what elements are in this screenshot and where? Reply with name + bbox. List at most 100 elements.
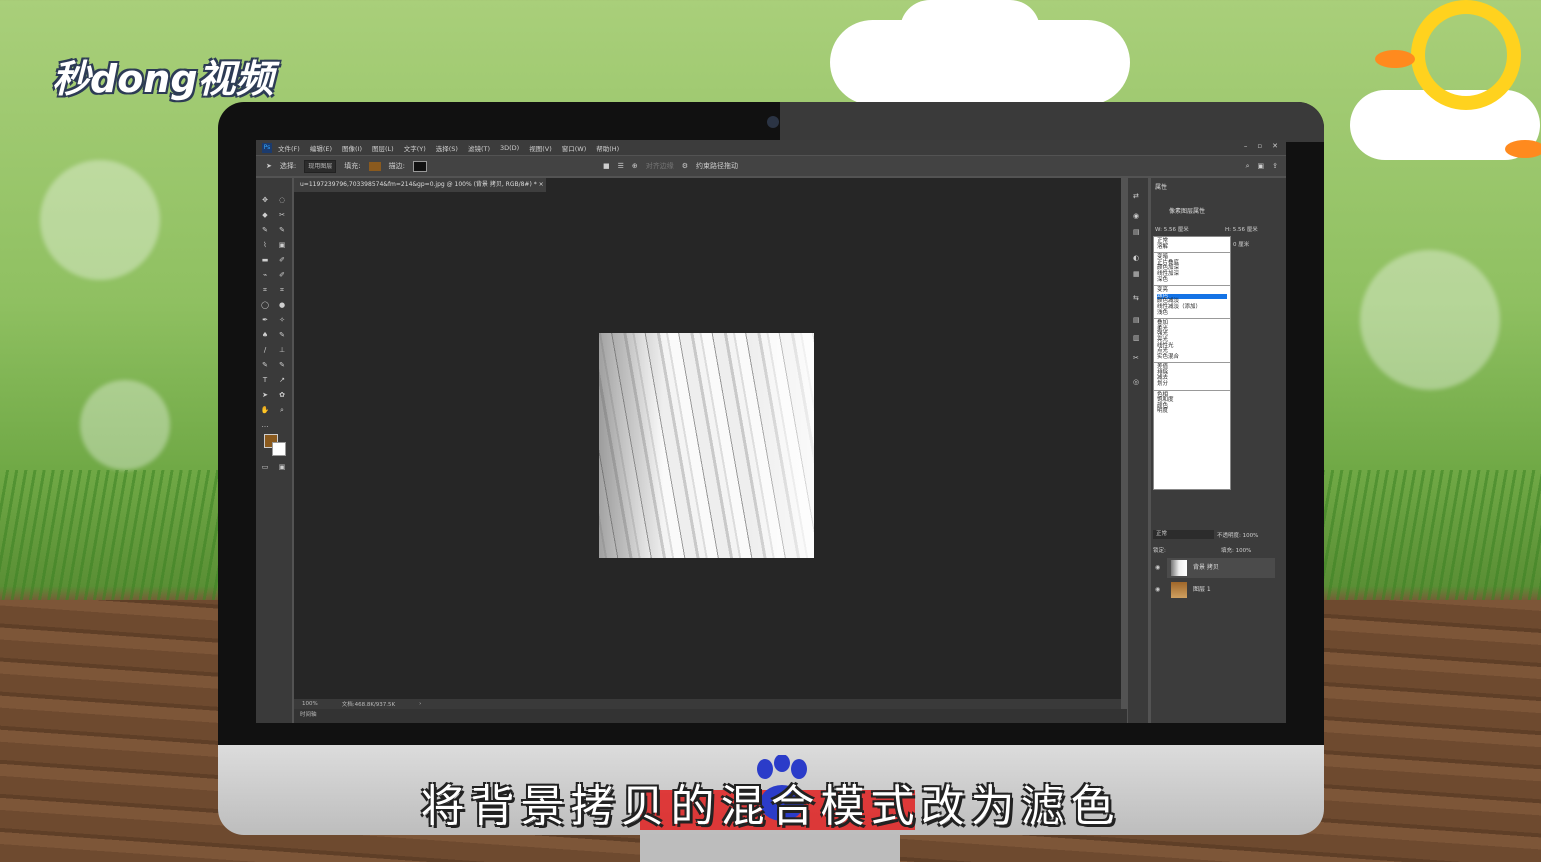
menu-type[interactable]: 文字(Y) [404, 143, 426, 153]
paint-bucket-icon[interactable]: ♠ [260, 331, 270, 339]
workspace-icon[interactable]: ▣ [1258, 162, 1265, 170]
blend-option[interactable]: 明度 [1157, 409, 1227, 415]
hand-tool-icon[interactable]: ✋ [260, 406, 270, 414]
height-field[interactable]: H: 5.56 厘米 [1225, 225, 1258, 233]
eyedropper-tool-icon[interactable]: ✎ [260, 226, 270, 234]
distribute-icon[interactable]: ☰ [618, 162, 624, 170]
blend-option[interactable]: 实色混合 [1157, 354, 1227, 361]
menu-help[interactable]: 帮助(H) [596, 143, 619, 153]
menu-select[interactable]: 选择(S) [436, 143, 458, 153]
menu-layer[interactable]: 图层(L) [372, 143, 394, 153]
blur-tool-icon[interactable]: ⌁ [260, 271, 270, 279]
menu-window[interactable]: 窗口(W) [562, 143, 587, 153]
magic-wand-icon[interactable]: ✧ [277, 316, 287, 324]
notes-icon[interactable]: ▥ [1133, 334, 1140, 342]
styles-icon[interactable]: ▦ [1133, 270, 1140, 278]
eraser-tool-icon[interactable]: ▬ [260, 256, 270, 264]
align-icon[interactable]: ■ [603, 162, 610, 170]
blend-group-difference: 差值 排除 减去 划分 [1154, 363, 1230, 391]
blend-option[interactable]: 溶解 [1157, 244, 1227, 251]
channels-icon[interactable]: ⇆ [1133, 294, 1139, 302]
smudge-tool-icon[interactable]: ✎ [277, 361, 287, 369]
heal-tool-icon[interactable]: ✎ [277, 226, 287, 234]
menu-view[interactable]: 视图(V) [529, 143, 552, 153]
share-icon[interactable]: ⇪ [1272, 162, 1278, 170]
timeline-panel[interactable]: 时间轴 [294, 709, 1127, 723]
dodge-tool-icon[interactable]: ✐ [277, 271, 287, 279]
stamp-tool-icon[interactable]: ▣ [277, 241, 287, 249]
move-tool-icon[interactable]: ➤ [266, 162, 272, 170]
paths-icon[interactable]: ▤ [1133, 316, 1140, 324]
close-icon[interactable]: ✕ [1272, 142, 1278, 150]
menu-3d[interactable]: 3D(D) [500, 144, 519, 152]
tool-presets-icon[interactable]: ✂ [1133, 354, 1139, 362]
history-brush-icon[interactable]: ✎ [260, 361, 270, 369]
zoom-tool-icon[interactable]: ⌕ [277, 406, 287, 414]
color-sampler-icon[interactable]: ✎ [277, 331, 287, 339]
minimize-icon[interactable]: – [1244, 142, 1248, 150]
move-tool-icon[interactable]: ✥ [260, 196, 270, 204]
stroke-swatch[interactable] [412, 160, 427, 172]
chevron-right-icon[interactable]: › [419, 701, 421, 707]
layer-row[interactable]: ◉ 图层 1 [1155, 580, 1275, 600]
align-edges-label[interactable]: 对齐边缘 [646, 161, 674, 171]
screen-mode-icon[interactable]: ▣ [277, 463, 287, 471]
adjustments-icon[interactable]: ◐ [1133, 254, 1139, 262]
layers-comp-icon[interactable]: ◉ [1133, 212, 1139, 220]
properties-tab[interactable]: 属性 [1151, 182, 1167, 191]
stamp-icon[interactable]: ⊥ [277, 346, 287, 354]
layer-name: 背景 拷贝 [1193, 564, 1219, 571]
document-tab[interactable]: u=1197239796,703398574&fm=214&gp=0.jpg @… [294, 178, 546, 192]
custom-shape-icon[interactable]: ✿ [277, 391, 287, 399]
ellipse-tool-icon[interactable]: ◯ [260, 301, 270, 309]
blend-option[interactable]: 深色 [1157, 277, 1227, 284]
type-tool-icon[interactable]: T [260, 376, 270, 384]
search-icon[interactable]: ⌕ [1246, 162, 1250, 171]
menu-image[interactable]: 图像(I) [342, 143, 362, 153]
swatches-icon[interactable]: ▤ [1133, 228, 1140, 236]
fill-swatch[interactable] [368, 161, 381, 171]
select-target-dropdown[interactable]: 现用图层 [304, 159, 337, 173]
shape-tool-icon[interactable]: ● [277, 301, 287, 309]
layer-fill-field[interactable]: 填充: 100% [1221, 546, 1251, 554]
layer-row[interactable]: ◉ 背景 拷贝 [1155, 558, 1275, 578]
eye-icon[interactable]: ◉ [1155, 558, 1160, 578]
menu-edit[interactable]: 编辑(E) [310, 143, 332, 153]
path-select-icon[interactable]: ↗ [277, 376, 287, 384]
photoshop-logo-icon[interactable]: Ps [262, 142, 272, 153]
slice-tool-icon[interactable]: ⌗ [277, 286, 287, 294]
document-area[interactable]: u=1197239796,703398574&fm=214&gp=0.jpg @… [294, 178, 1121, 723]
blend-mode-dropdown[interactable]: 正常 溶解 变暗 正片叠底 颜色加深 线性加深 深色 变亮 滤色 颜色减淡 线性… [1153, 236, 1231, 490]
menu-filter[interactable]: 滤镜(T) [468, 143, 490, 153]
more-tools-icon[interactable]: … [260, 421, 270, 429]
history-icon[interactable]: ⇄ [1133, 192, 1139, 200]
x-field[interactable]: 0 厘米 [1233, 240, 1249, 248]
blend-option[interactable]: 浅色 [1157, 310, 1227, 317]
crop-tool-icon[interactable]: ✂ [277, 211, 287, 219]
marquee-tool-icon[interactable]: ◌ [277, 196, 287, 204]
menu-file[interactable]: 文件(F) [278, 143, 300, 153]
opacity-field[interactable]: 不透明度: 100% [1217, 531, 1258, 539]
brush-tool-icon[interactable]: ⌇ [260, 241, 270, 249]
width-field[interactable]: W: 5.56 厘米 [1155, 225, 1189, 233]
frame-tool-icon[interactable]: ⌗ [260, 286, 270, 294]
background-color-swatch[interactable] [272, 442, 286, 456]
blend-option[interactable]: 划分 [1157, 381, 1227, 388]
zoom-level[interactable]: 100% [302, 701, 318, 707]
constrain-path-label[interactable]: 约束路径拖动 [696, 161, 738, 171]
arrange-icon[interactable]: ⊕ [632, 162, 638, 170]
quick-mask-icon[interactable]: ▭ [260, 463, 270, 471]
pen-tool-icon[interactable]: ✒ [260, 316, 270, 324]
image-canvas[interactable] [599, 333, 814, 558]
pencil-tool-icon[interactable]: / [260, 346, 270, 354]
direct-select-icon[interactable]: ➤ [260, 391, 270, 399]
restore-icon[interactable]: ▫ [1257, 142, 1262, 150]
info-icon[interactable]: ◎ [1133, 378, 1139, 386]
monitor-stand [640, 834, 900, 862]
eye-icon[interactable]: ◉ [1155, 580, 1160, 600]
bokeh-light [80, 380, 170, 470]
lasso-tool-icon[interactable]: ◆ [260, 211, 270, 219]
gradient-tool-icon[interactable]: ✐ [277, 256, 287, 264]
gear-icon[interactable]: ⚙ [682, 162, 688, 170]
layer-mode-select[interactable]: 正常 [1153, 530, 1214, 539]
